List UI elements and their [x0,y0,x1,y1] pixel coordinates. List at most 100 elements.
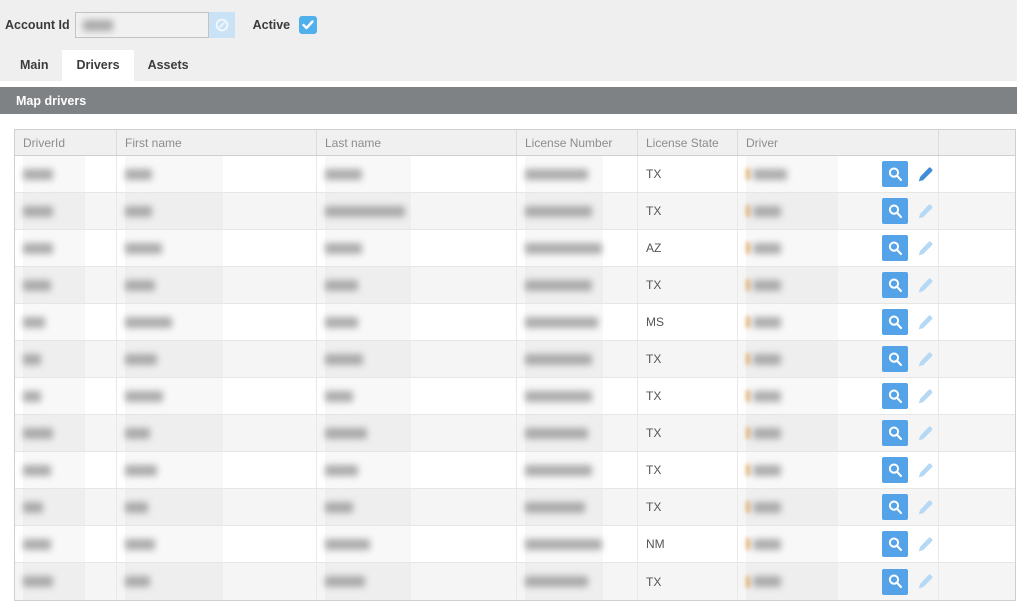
row-search-button[interactable] [882,383,908,409]
last-name-cell [317,304,517,340]
redacted-last-name [325,502,353,513]
redacted-driver-marker [746,353,750,365]
magnifier-icon [887,573,904,590]
license-number-cell [517,452,638,488]
last-name-cell [317,452,517,488]
account-id-input[interactable] [75,12,209,38]
license-state-cell: TX [638,563,738,600]
last-name-cell [317,193,517,229]
row-edit-button[interactable] [915,572,933,592]
first-name-cell [117,304,317,340]
redacted-driverid [23,391,41,402]
redacted-license-number [525,502,585,513]
tab-drivers[interactable]: Drivers [62,50,133,81]
driverid-cell [15,452,117,488]
row-search-button[interactable] [882,494,908,520]
redacted-driver-id [753,576,781,587]
license-state-value: TX [646,204,661,218]
redacted-first-name [125,206,152,217]
column-header-first-name: First name [117,130,317,155]
row-edit-button[interactable] [915,497,933,517]
license-state-cell: TX [638,193,738,229]
magnifier-icon [887,277,904,294]
row-search-button[interactable] [882,457,908,483]
row-edit-button[interactable] [915,460,933,480]
row-search-button[interactable] [882,161,908,187]
row-edit-button[interactable] [915,238,933,258]
license-number-cell [517,489,638,525]
magnifier-icon [887,536,904,553]
row-search-button[interactable] [882,272,908,298]
redacted-first-name [125,465,157,476]
row-actions [882,378,933,414]
row-actions [882,526,933,562]
redacted-driverid [23,243,53,254]
redacted-driver-marker [746,538,750,550]
magnifier-icon [887,462,904,479]
empty-cell [939,563,1015,600]
empty-cell [939,415,1015,451]
first-name-cell [117,156,317,192]
tab-bar: Main Drivers Assets [0,50,1017,81]
row-edit-button[interactable] [915,275,933,295]
empty-cell [939,193,1015,229]
row-edit-button[interactable] [915,201,933,221]
row-edit-button[interactable] [915,164,933,184]
row-search-button[interactable] [882,198,908,224]
pencil-icon [916,499,933,516]
redacted-last-name [325,243,362,254]
row-search-button[interactable] [882,569,908,595]
redacted-driverid [23,428,53,439]
row-search-button[interactable] [882,531,908,557]
license-state-value: AZ [646,241,661,255]
redacted-driver-marker [746,242,750,254]
row-actions [882,193,933,229]
driver-cell [738,415,939,451]
license-state-value: NM [646,537,665,551]
lookup-button[interactable] [209,12,235,38]
row-search-button[interactable] [882,235,908,261]
license-number-cell [517,415,638,451]
redacted-driver-marker [746,576,750,588]
driver-cell [738,193,939,229]
redacted-license-number [525,465,592,476]
row-edit-button[interactable] [915,386,933,406]
license-state-value: MS [646,315,664,329]
redacted-driverid [23,317,45,328]
redacted-driver-marker [746,464,750,476]
active-checkbox[interactable] [299,16,317,34]
tab-assets-label: Assets [148,58,189,72]
table-row: TX [15,156,1015,193]
row-edit-button[interactable] [915,312,933,332]
row-edit-button[interactable] [915,534,933,554]
redacted-license-number [525,428,588,439]
redacted-first-name [125,502,148,513]
last-name-cell [317,489,517,525]
license-state-value: TX [646,463,661,477]
table-body: TX [15,156,1015,600]
row-edit-button[interactable] [915,349,933,369]
pencil-icon [916,462,933,479]
redacted-driverid [23,169,53,180]
table-row: TX [15,378,1015,415]
row-search-button[interactable] [882,420,908,446]
redacted-license-number [525,243,602,254]
page: Account Id Active Main Drivers Assets [0,0,1017,601]
license-state-cell: TX [638,489,738,525]
row-search-button[interactable] [882,346,908,372]
empty-cell [939,452,1015,488]
license-state-cell: NM [638,526,738,562]
driver-cell [738,304,939,340]
empty-cell [939,526,1015,562]
driverid-cell [15,526,117,562]
tab-main[interactable]: Main [6,50,62,81]
pencil-icon [916,240,933,257]
row-edit-button[interactable] [915,423,933,443]
column-header-empty [939,130,1015,155]
driver-cell [738,563,939,600]
tab-assets[interactable]: Assets [134,50,203,81]
license-number-cell [517,378,638,414]
driverid-cell [15,304,117,340]
license-state-cell: TX [638,156,738,192]
row-search-button[interactable] [882,309,908,335]
